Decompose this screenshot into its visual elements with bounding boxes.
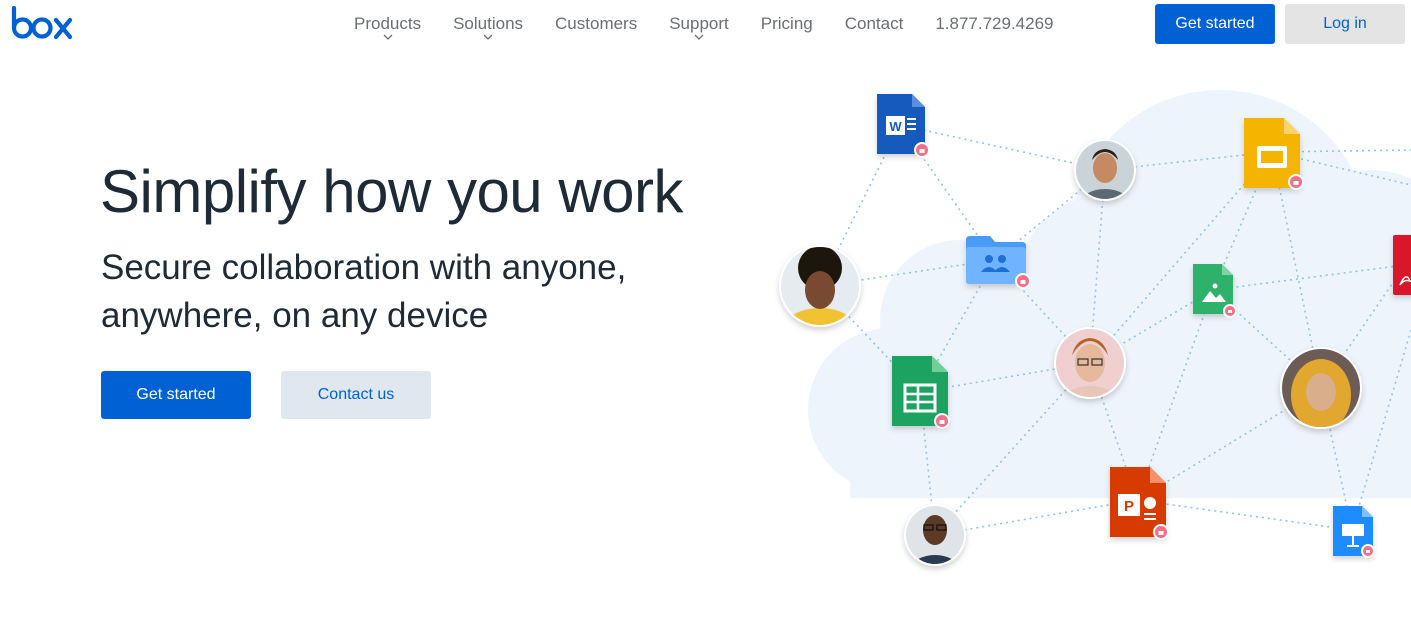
collaboration-illustration: W P [779,90,1411,566]
svg-text:P: P [1124,498,1134,515]
nav-contact[interactable]: Contact [845,0,904,48]
lock-badge-icon [914,142,930,158]
nav-products[interactable]: Products [354,0,421,48]
person-avatar [779,245,861,327]
contact-us-button[interactable]: Contact us [281,371,431,419]
nav-pricing-label: Pricing [760,14,813,33]
person-avatar [904,504,966,566]
nav-contact-label: Contact [844,14,904,33]
lock-badge-icon [1015,273,1031,289]
svg-text:W: W [889,119,902,134]
hero-get-started-button[interactable]: Get started [101,371,251,419]
header-get-started-button[interactable]: Get started [1155,4,1275,44]
lock-badge-icon [1288,174,1304,190]
chevron-down-icon [383,34,393,40]
nav-customers-label: Customers [555,14,638,33]
login-button[interactable]: Log in [1285,4,1405,44]
main-nav: Products Solutions Customers Support Pri… [354,0,1054,48]
nav-pricing[interactable]: Pricing [761,0,813,48]
lock-badge-icon [934,413,950,429]
chevron-down-icon [483,34,493,40]
phone-number-link[interactable]: 1.877.729.4269 [935,0,1053,34]
nav-customers[interactable]: Customers [555,0,637,48]
nav-support[interactable]: Support [669,0,729,48]
nav-solutions-label: Solutions [453,14,524,33]
lock-badge-icon [1361,544,1375,558]
lock-badge-icon [1223,304,1237,318]
box-logo[interactable] [11,6,73,40]
hero-title: Simplify how you work [100,158,684,225]
pdf-file-icon [1393,235,1411,295]
chevron-down-icon [694,34,704,40]
nav-products-label: Products [354,14,422,33]
hero-subtitle: Secure collaboration with anyone, anywhe… [101,248,627,335]
lock-badge-icon [1153,524,1169,540]
nav-solutions[interactable]: Solutions [453,0,523,48]
nav-support-label: Support [669,14,729,33]
